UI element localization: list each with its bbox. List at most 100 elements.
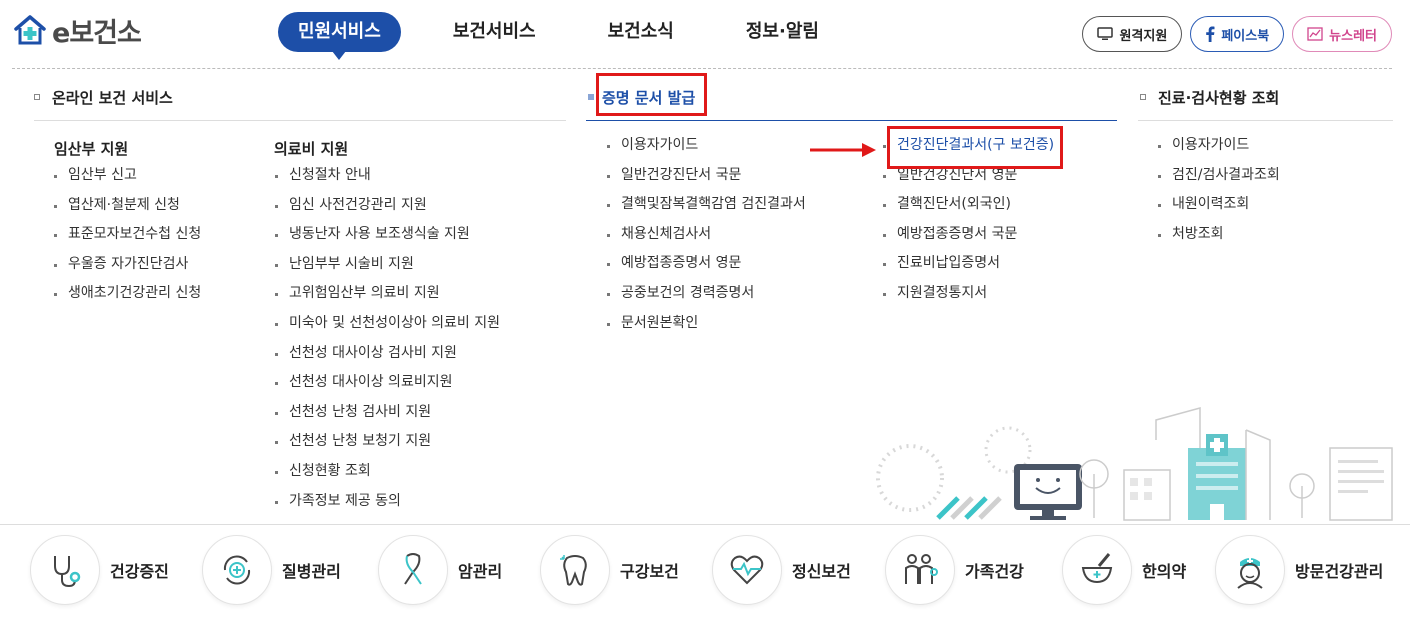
nav-health-news[interactable]: 보건소식 <box>608 12 674 52</box>
list-item[interactable]: 진료비납입증명서 <box>883 249 1054 279</box>
list-item[interactable]: 미숙아 및 선천성이상아 의료비 지원 <box>275 309 500 339</box>
quick-label: 건강증진 <box>110 562 169 581</box>
square-bullet-icon <box>34 94 40 100</box>
list-item[interactable]: 예방접종증명서 영문 <box>607 249 806 279</box>
newsletter-button[interactable]: 뉴스레터 <box>1292 16 1392 52</box>
quick-cancer-management[interactable]: 암관리 <box>378 535 502 605</box>
newsletter-icon <box>1307 27 1323 41</box>
family-icon <box>905 554 938 584</box>
nav-health-service[interactable]: 보건서비스 <box>453 12 536 52</box>
square-bullet-icon <box>1140 94 1146 100</box>
remote-support-button[interactable]: 원격지원 <box>1082 16 1183 52</box>
quick-icon-wrap <box>712 535 782 605</box>
utility-buttons: 원격지원 페이스북 뉴스레터 <box>1074 16 1392 52</box>
logo-text: e보건소 <box>52 17 142 49</box>
quick-label: 정신보건 <box>792 562 851 581</box>
list-item[interactable]: 신청현황 조회 <box>275 457 500 487</box>
quick-icon-wrap <box>1062 535 1132 605</box>
site-logo[interactable]: e보건소 <box>12 10 142 50</box>
quick-icon-wrap <box>885 535 955 605</box>
list-item[interactable]: 엽산제·철분제 신청 <box>54 191 201 221</box>
list-item[interactable]: 공중보건의 경력증명서 <box>607 279 806 309</box>
list-item[interactable]: 내원이력조회 <box>1158 190 1280 220</box>
quick-label: 한의약 <box>1142 562 1187 581</box>
quick-label: 가족건강 <box>965 562 1024 581</box>
list-item[interactable]: 선천성 대사이상 검사비 지원 <box>275 339 500 369</box>
nav-civil-service[interactable]: 민원서비스 <box>278 12 401 60</box>
list-item[interactable]: 지원결정통지서 <box>883 279 1054 309</box>
quick-menu: 건강증진 질병관리 암관리 구강보건 정신보건 가족건강 한의약 방문건강관리 <box>0 535 1410 605</box>
online-service-title: 온라인 보건 서비스 <box>34 86 173 108</box>
monitor-icon <box>1097 27 1114 41</box>
quick-label: 방문건강관리 <box>1295 562 1384 581</box>
heart-pulse-icon <box>730 555 764 585</box>
highlight-box-certificate <box>596 73 707 116</box>
header-divider <box>12 68 1392 69</box>
list-item[interactable]: 예방접종증명서 국문 <box>883 220 1054 250</box>
list-item[interactable]: 난임부부 시술비 지원 <box>275 250 500 280</box>
list-item[interactable]: 임신 사전건강관리 지원 <box>275 191 500 221</box>
medical-cost-list: 신청절차 안내 임신 사전건강관리 지원 냉동난자 사용 보조생식술 지원 난임… <box>275 161 500 516</box>
nav-info-notice[interactable]: 정보·알림 <box>746 12 819 52</box>
site-header: e보건소 민원서비스 보건서비스 보건소식 정보·알림 원격지원 페이스북 뉴스… <box>0 0 1410 68</box>
tooth-icon <box>560 555 587 586</box>
red-arrow-icon <box>810 143 876 157</box>
list-item[interactable]: 우울증 자가진단검사 <box>54 250 201 280</box>
medical-cost-title: 의료비 지원 <box>274 140 349 158</box>
list-item[interactable]: 선천성 난청 보청기 지원 <box>275 427 500 457</box>
house-cross-icon <box>14 15 46 45</box>
clinic-status-list: 이용자가이드 검진/검사결과조회 내원이력조회 처방조회 <box>1158 131 1280 249</box>
list-item[interactable]: 이용자가이드 <box>607 131 806 161</box>
quick-korean-medicine[interactable]: 한의약 <box>1062 535 1186 605</box>
remote-support-label: 원격지원 <box>1119 28 1168 44</box>
quick-label: 암관리 <box>458 562 503 581</box>
mortar-icon <box>1081 553 1113 584</box>
quick-visiting-health[interactable]: 방문건강관리 <box>1215 535 1383 605</box>
quick-icon-wrap <box>540 535 610 605</box>
quick-oral-health[interactable]: 구강보건 <box>540 535 679 605</box>
list-item[interactable]: 표준모자보건수첩 신청 <box>54 220 201 250</box>
list-item[interactable]: 채용신체검사서 <box>607 220 806 250</box>
pregnancy-support-list: 임산부 신고 엽산제·철분제 신청 표준모자보건수첩 신청 우울증 자가진단검사… <box>54 161 201 309</box>
list-item[interactable]: 선천성 난청 검사비 지원 <box>275 398 500 428</box>
list-item[interactable]: 이용자가이드 <box>1158 131 1280 161</box>
clinic-section-line <box>1138 120 1393 121</box>
quick-menu-divider <box>0 524 1410 525</box>
quick-label: 질병관리 <box>282 562 341 581</box>
nurse-icon <box>1237 558 1263 589</box>
stethoscope-icon <box>54 556 81 588</box>
quick-health-promotion[interactable]: 건강증진 <box>30 535 169 605</box>
quick-family-health[interactable]: 가족건강 <box>885 535 1024 605</box>
list-item[interactable]: 임산부 신고 <box>54 161 201 191</box>
main-nav: 민원서비스 보건서비스 보건소식 정보·알림 <box>278 12 819 60</box>
list-item[interactable]: 선천성 대사이상 의료비지원 <box>275 368 500 398</box>
facebook-button[interactable]: 페이스북 <box>1190 16 1285 52</box>
list-item[interactable]: 결핵및잠복결핵감염 검진결과서 <box>607 190 806 220</box>
list-item[interactable]: 검진/검사결과조회 <box>1158 161 1280 191</box>
list-item[interactable]: 가족정보 제공 동의 <box>275 487 500 517</box>
certificate-list-left: 이용자가이드 일반건강진단서 국문 결핵및잠복결핵감염 검진결과서 채용신체검사… <box>607 131 806 338</box>
ribbon-icon <box>404 553 422 585</box>
online-section-line <box>34 120 566 121</box>
facebook-label: 페이스북 <box>1221 28 1270 44</box>
quick-label: 구강보건 <box>620 562 679 581</box>
list-item[interactable]: 문서원본확인 <box>607 309 806 339</box>
list-item[interactable]: 고위험임산부 의료비 지원 <box>275 279 500 309</box>
facebook-icon <box>1205 26 1215 42</box>
clinic-status-title: 진료·검사현황 조회 <box>1140 86 1279 108</box>
list-item[interactable]: 신청절차 안내 <box>275 161 500 191</box>
list-item[interactable]: 생애초기건강관리 신청 <box>54 279 201 309</box>
quick-icon-wrap <box>1215 535 1285 605</box>
quick-mental-health[interactable]: 정신보건 <box>712 535 851 605</box>
certificate-section-line <box>586 120 1117 121</box>
list-item[interactable]: 일반건강진단서 국문 <box>607 161 806 191</box>
quick-icon-wrap <box>30 535 100 605</box>
list-item[interactable]: 결핵진단서(외국인) <box>883 190 1054 220</box>
highlight-box-health-checkup <box>887 126 1063 169</box>
pregnancy-support-title: 임산부 지원 <box>54 140 129 158</box>
medical-cycle-icon <box>223 555 251 585</box>
quick-disease-management[interactable]: 질병관리 <box>202 535 341 605</box>
quick-icon-wrap <box>378 535 448 605</box>
list-item[interactable]: 냉동난자 사용 보조생식술 지원 <box>275 220 500 250</box>
list-item[interactable]: 처방조회 <box>1158 220 1280 250</box>
